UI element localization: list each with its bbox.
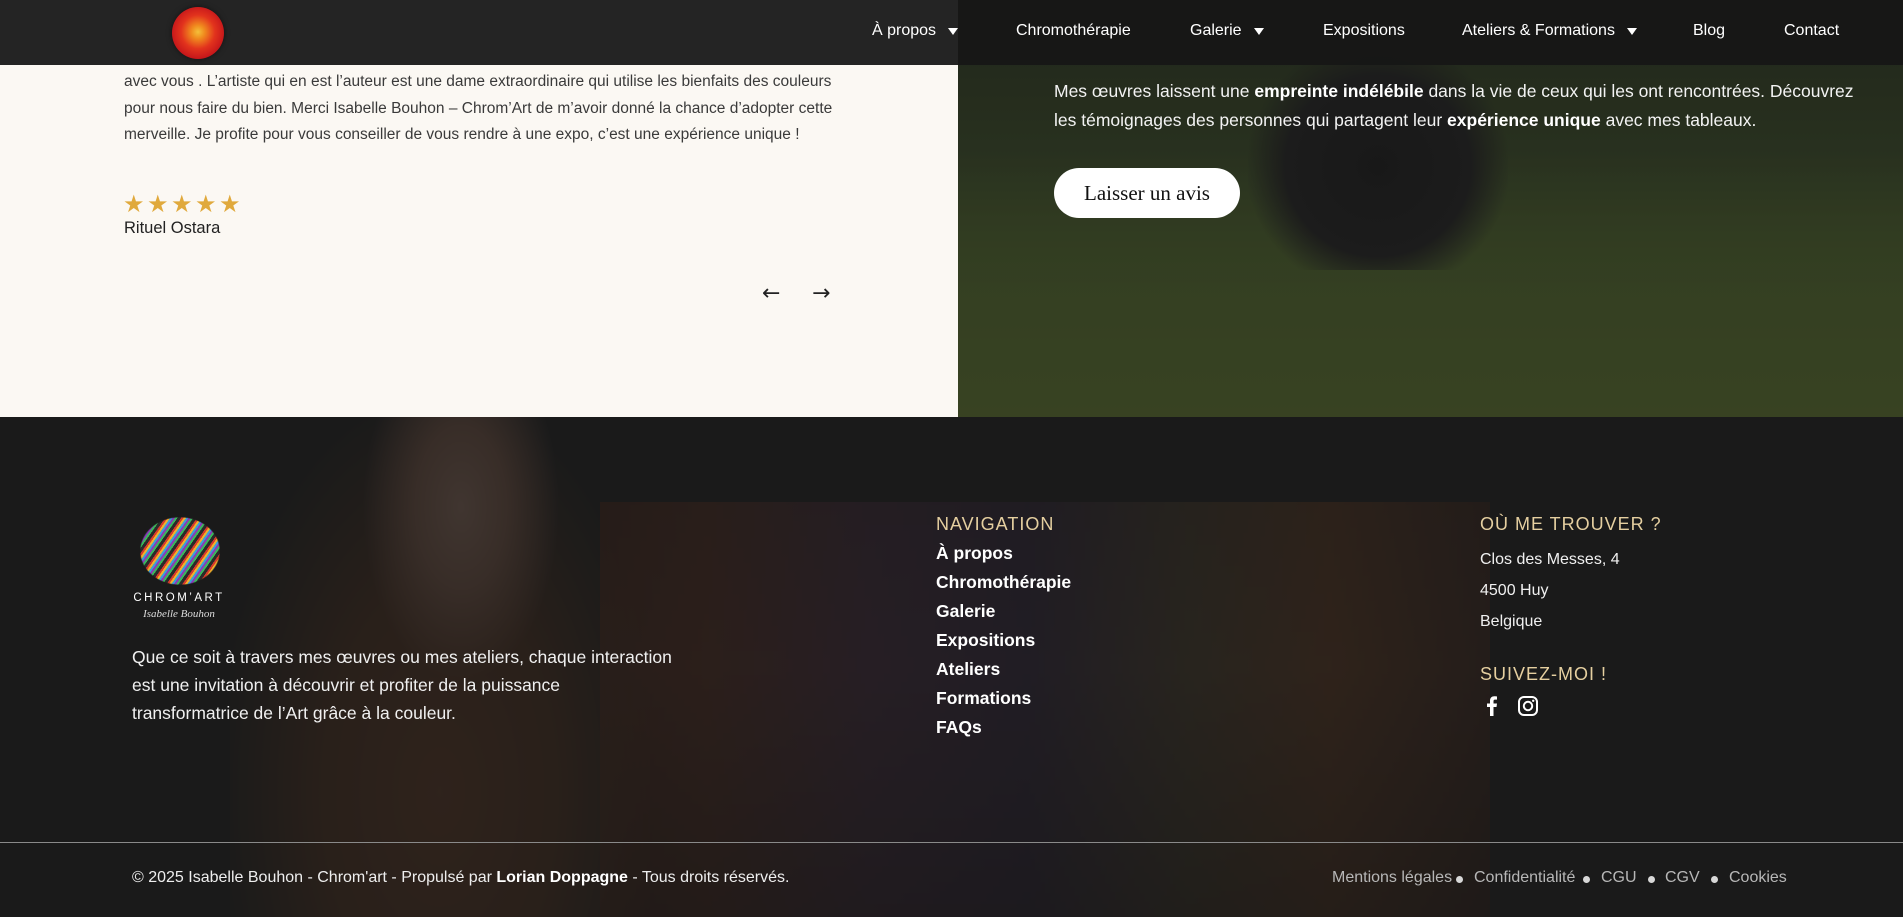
copyright-text: © 2025 Isabelle Bouhon - Chrom'art - Pro… (132, 869, 497, 886)
leave-review-button[interactable]: Laisser un avis (1054, 168, 1240, 218)
separator-dot (1456, 876, 1463, 883)
star-icon: ★ (147, 190, 169, 218)
site-logo[interactable] (172, 7, 224, 59)
next-arrow-icon[interactable]: → (812, 281, 830, 306)
tagline-line: est une invitation à découvrir et profit… (132, 675, 561, 695)
star-icon: ★ (123, 190, 145, 218)
rating-stars: ★ ★ ★ ★ ★ (123, 190, 241, 218)
footer-divider (0, 842, 1903, 843)
footer-logo-name: CHROM’ART (133, 592, 225, 604)
star-icon: ★ (219, 190, 241, 218)
testimonial-line: merveille. Je profite pour vous conseill… (124, 126, 800, 143)
tagline-line: Que ce soit à travers mes œuvres ou mes … (132, 647, 672, 667)
footer-link-chromotherapie[interactable]: Chromothérapie (936, 568, 1071, 597)
nav-label: Ateliers & Formations (1462, 22, 1615, 39)
intro-text-emphasis: empreinte indélébile (1254, 81, 1424, 101)
nav-label: Blog (1693, 22, 1726, 39)
legal-link-cookies[interactable]: Cookies (1729, 869, 1787, 887)
footer-link-faqs[interactable]: FAQs (936, 713, 1071, 742)
location-heading: OÙ ME TROUVER ? (1480, 514, 1662, 534)
footer-tagline: Que ce soit à travers mes œuvres ou mes … (132, 643, 672, 727)
separator-dot (1648, 876, 1655, 883)
footer-nav: À propos Chromothérapie Galerie Expositi… (936, 539, 1071, 742)
footer-logo[interactable]: CHROM’ART Isabelle Bouhon (131, 512, 227, 624)
footer-link-galerie[interactable]: Galerie (936, 597, 1071, 626)
credit-link[interactable]: Lorian Doppagne (496, 869, 628, 886)
legal-link-confidentialite[interactable]: Confidentialité (1474, 869, 1575, 887)
site-footer: CHROM’ART Isabelle Bouhon Que ce soit à … (0, 417, 1903, 917)
instagram-icon[interactable] (1516, 694, 1540, 718)
footer-link-ateliers[interactable]: Ateliers (936, 655, 1071, 684)
nav-item-blog[interactable]: Blog (1693, 22, 1725, 40)
prev-arrow-icon[interactable]: ← (762, 281, 780, 306)
caret-down-icon (1253, 27, 1264, 35)
footer-link-expositions[interactable]: Expositions (936, 626, 1071, 655)
nav-item-ateliers-formations[interactable]: Ateliers & Formations (1462, 22, 1637, 40)
nav-label: À propos (872, 22, 937, 39)
address-line: 4500 Huy (1480, 582, 1549, 599)
copyright: © 2025 Isabelle Bouhon - Chrom'art - Pro… (132, 869, 789, 887)
star-icon: ★ (171, 190, 193, 218)
footer-link-a-propos[interactable]: À propos (936, 539, 1071, 568)
caret-down-icon (948, 27, 959, 35)
caret-down-icon (1626, 27, 1637, 35)
intro-text-emphasis: expérience unique (1447, 110, 1601, 130)
footer-logo-subtitle: Isabelle Bouhon (143, 608, 215, 620)
footer-nav-heading: NAVIGATION (936, 514, 1055, 534)
facebook-icon[interactable] (1480, 694, 1504, 718)
nav-label: Contact (1784, 22, 1840, 39)
site-header: À propos Chromothérapie Galerie Expositi… (0, 0, 1903, 65)
star-icon: ★ (195, 190, 217, 218)
nav-item-chromotherapie[interactable]: Chromothérapie (1016, 22, 1131, 40)
tagline-line: transformatrice de l’Art grâce à la coul… (132, 703, 456, 723)
separator-dot (1711, 876, 1718, 883)
separator-dot (1583, 876, 1590, 883)
intro-text-part: les témoignages des personnes qui partag… (1054, 110, 1448, 130)
copyright-text: - Tous droits réservés. (627, 869, 790, 886)
legal-link-mentions[interactable]: Mentions légales (1332, 869, 1452, 887)
testimonial-line: pour nous faire du bien. Merci Isabelle … (124, 99, 833, 117)
address: Clos des Messes, 4 4500 Huy Belgique (1480, 544, 1620, 637)
nav-item-expositions[interactable]: Expositions (1323, 22, 1405, 40)
legal-link-cgu[interactable]: CGU (1601, 869, 1637, 887)
nav-item-a-propos[interactable]: À propos (872, 22, 959, 40)
footer-link-formations[interactable]: Formations (936, 684, 1071, 713)
intro-text-part: dans la vie de ceux qui les ont rencontr… (1423, 81, 1854, 101)
reviews-intro-text: Mes œuvres laissent une empreinte indélé… (1054, 77, 1854, 135)
intro-text-part: Mes œuvres laissent une (1054, 81, 1255, 101)
nav-item-contact[interactable]: Contact (1784, 22, 1839, 40)
nav-label: Galerie (1190, 22, 1242, 39)
testimonial-author: Rituel Ostara (124, 219, 221, 237)
nav-item-galerie[interactable]: Galerie (1190, 22, 1264, 40)
footer-logo-artwork (134, 512, 226, 590)
follow-heading: SUIVEZ-MOI ! (1480, 664, 1608, 684)
address-line: Clos des Messes, 4 (1480, 551, 1620, 568)
address-line: Belgique (1480, 613, 1543, 630)
testimonial-line: avec vous . L’artiste qui en est l’auteu… (124, 73, 832, 90)
intro-text-part: avec mes tableaux. (1600, 110, 1757, 130)
nav-label: Chromothérapie (1016, 22, 1131, 39)
legal-link-cgv[interactable]: CGV (1665, 869, 1700, 887)
nav-label: Expositions (1323, 22, 1405, 39)
